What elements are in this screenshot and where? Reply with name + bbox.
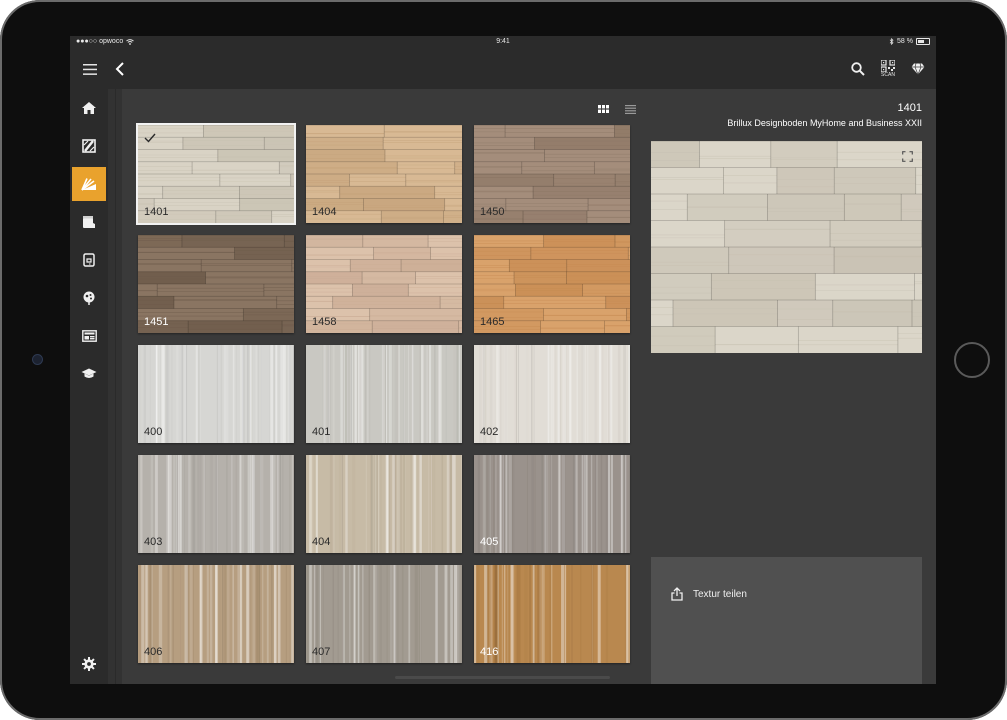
search-icon[interactable]: [848, 59, 868, 79]
texture-tile-400[interactable]: 400: [138, 345, 294, 443]
device-sync-icon: [83, 253, 95, 267]
texture-code-label: 1465: [480, 316, 505, 328]
layout-icon: [81, 330, 97, 342]
texture-tile-407[interactable]: 407: [306, 565, 462, 663]
texture-code-label: 401: [312, 426, 331, 438]
texture-tile-404[interactable]: 404: [306, 455, 462, 553]
paint-bucket-icon: [83, 216, 95, 228]
wall-brush-icon: [82, 139, 96, 153]
status-time: 9:41: [496, 38, 510, 45]
texture-code-label: 1401: [144, 206, 169, 218]
side-navigation: [70, 89, 108, 684]
chevron-left-icon[interactable]: [110, 59, 130, 79]
home-button[interactable]: [954, 342, 990, 378]
share-texture-label: Textur teilen: [693, 588, 747, 600]
texture-tile-1451[interactable]: 1451: [138, 235, 294, 333]
sidebar-item-wall[interactable]: [72, 129, 106, 163]
texture-code-label: 1450: [480, 206, 505, 218]
palette-leaf-icon: [83, 291, 95, 305]
front-camera: [32, 354, 43, 365]
texture-tile-1404[interactable]: 1404: [306, 125, 462, 223]
texture-preview-image: [651, 141, 922, 353]
qr-scan-icon: [881, 60, 895, 72]
selected-check-icon: [144, 130, 156, 148]
sidebar-item-devices[interactable]: [72, 243, 106, 277]
texture-code-label: 1451: [144, 316, 169, 328]
texture-code-label: 1458: [312, 316, 337, 328]
expand-icon[interactable]: [900, 149, 914, 163]
diamond-icon[interactable]: [908, 59, 928, 79]
texture-tile-402[interactable]: 402: [474, 345, 630, 443]
app-screen: ●●●○○ opwoco 9:41 58 % SCAN 1401 1404 14…: [70, 36, 936, 684]
texture-tile-401[interactable]: 401: [306, 345, 462, 443]
texture-tile-1401[interactable]: 1401: [136, 123, 296, 225]
grid-view-icon: [597, 105, 609, 113]
texture-code-label: 416: [480, 646, 499, 658]
texture-code-label: 405: [480, 536, 499, 548]
sidebar-item-academy[interactable]: [72, 357, 106, 391]
texture-tile-406[interactable]: 406: [138, 565, 294, 663]
bluetooth-icon: [889, 38, 894, 45]
tablet-frame: ●●●○○ opwoco 9:41 58 % SCAN 1401 1404 14…: [0, 0, 1007, 720]
settings-button[interactable]: [72, 647, 106, 681]
detail-code: 1401: [897, 102, 922, 114]
top-app-bar: SCAN: [70, 49, 936, 89]
share-texture-button[interactable]: Textur teilen: [651, 581, 922, 607]
texture-code-label: 406: [144, 646, 163, 658]
qr-scan-button[interactable]: SCAN: [878, 57, 898, 81]
texture-code-label: 403: [144, 536, 163, 548]
home-icon: [82, 102, 96, 114]
status-bar: ●●●○○ opwoco 9:41 58 %: [70, 36, 936, 49]
scroll-indicator[interactable]: [395, 676, 610, 679]
list-view-icon: [624, 104, 636, 114]
graduation-cap-icon: [81, 368, 97, 378]
grid-view-button[interactable]: [596, 102, 610, 116]
sidebar-item-layouts[interactable]: [72, 319, 106, 353]
texture-code-label: 1404: [312, 206, 337, 218]
sidebar-item-home[interactable]: [72, 91, 106, 125]
texture-tile-1465[interactable]: 1465: [474, 235, 630, 333]
texture-tile-416[interactable]: 416: [474, 565, 630, 663]
sidebar-item-floors[interactable]: [72, 167, 106, 201]
sidebar-item-paint[interactable]: [72, 205, 106, 239]
battery-icon: [916, 38, 930, 45]
battery-percent: 58 %: [897, 38, 913, 45]
texture-tile-405[interactable]: 405: [474, 455, 630, 553]
scan-label: SCAN: [881, 72, 895, 78]
status-right: 58 %: [889, 38, 930, 45]
sidebar-item-colors[interactable]: [72, 281, 106, 315]
texture-tile-1450[interactable]: 1450: [474, 125, 630, 223]
texture-preview[interactable]: [651, 141, 922, 353]
texture-code-label: 404: [312, 536, 331, 548]
share-icon: [671, 587, 683, 601]
floor-swatches-icon: [81, 177, 96, 191]
gear-icon: [82, 657, 96, 671]
texture-code-label: 400: [144, 426, 163, 438]
texture-code-label: 407: [312, 646, 331, 658]
detail-title: Brillux Designboden MyHome and Business …: [727, 118, 922, 128]
share-panel: Textur teilen: [651, 557, 922, 684]
list-view-button[interactable]: [623, 102, 637, 116]
divider: [115, 89, 116, 684]
texture-tile-403[interactable]: 403: [138, 455, 294, 553]
texture-tile-1458[interactable]: 1458: [306, 235, 462, 333]
menu-icon[interactable]: [80, 59, 100, 79]
texture-code-label: 402: [480, 426, 499, 438]
